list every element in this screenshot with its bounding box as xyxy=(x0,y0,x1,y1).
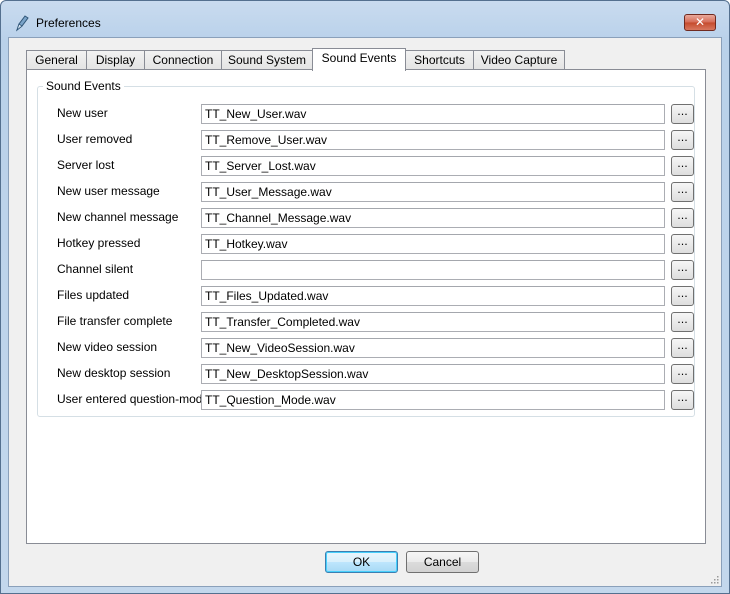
tab-sound-system[interactable]: Sound System xyxy=(221,50,313,70)
close-icon: ✕ xyxy=(694,15,706,29)
event-file-new-user-message[interactable]: TT_User_Message.wav xyxy=(201,182,665,202)
browse-button-hotkey-pressed[interactable]: ... xyxy=(671,234,694,254)
browse-button-file-transfer-complete[interactable]: ... xyxy=(671,312,694,332)
tab-sound-events[interactable]: Sound Events xyxy=(312,48,406,71)
resize-grip-icon[interactable] xyxy=(709,574,719,584)
event-label-user-removed: User removed xyxy=(57,132,133,146)
browse-button-new-user[interactable]: ... xyxy=(671,104,694,124)
event-file-server-lost[interactable]: TT_Server_Lost.wav xyxy=(201,156,665,176)
event-label-files-updated: Files updated xyxy=(57,288,130,302)
event-file-file-transfer-complete[interactable]: TT_Transfer_Completed.wav xyxy=(201,312,665,332)
browse-button-files-updated[interactable]: ... xyxy=(671,286,694,306)
cancel-button[interactable]: Cancel xyxy=(406,551,479,573)
tab-general[interactable]: General xyxy=(26,50,87,70)
browse-button-new-desktop-session[interactable]: ... xyxy=(671,364,694,384)
event-label-channel-silent: Channel silent xyxy=(57,262,134,276)
event-file-hotkey-pressed[interactable]: TT_Hotkey.wav xyxy=(201,234,665,254)
event-label-new-channel-message: New channel message xyxy=(57,210,179,224)
event-label-new-desktop-session: New desktop session xyxy=(57,366,171,380)
event-label-new-user-message: New user message xyxy=(57,184,160,198)
sound-events-panel: Sound Events New user TT_New_User.wav ..… xyxy=(26,69,706,544)
title-bar[interactable]: Preferences ✕ xyxy=(1,1,729,37)
close-button[interactable]: ✕ xyxy=(684,14,716,31)
event-label-new-user: New user xyxy=(57,106,108,120)
event-file-files-updated[interactable]: TT_Files_Updated.wav xyxy=(201,286,665,306)
event-file-question-mode[interactable]: TT_Question_Mode.wav xyxy=(201,390,665,410)
tab-connection[interactable]: Connection xyxy=(144,50,222,70)
event-label-new-video-session: New video session xyxy=(57,340,158,354)
event-label-server-lost: Server lost xyxy=(57,158,115,172)
event-file-new-video-session[interactable]: TT_New_VideoSession.wav xyxy=(201,338,665,358)
window-title: Preferences xyxy=(36,16,101,30)
browse-button-user-removed[interactable]: ... xyxy=(671,130,694,150)
event-file-new-channel-message[interactable]: TT_Channel_Message.wav xyxy=(201,208,665,228)
sound-events-group: Sound Events New user TT_New_User.wav ..… xyxy=(37,79,695,417)
ok-button[interactable]: OK xyxy=(325,551,398,573)
event-label-file-transfer-complete: File transfer complete xyxy=(57,314,173,328)
browse-button-new-user-message[interactable]: ... xyxy=(671,182,694,202)
browse-button-channel-silent[interactable]: ... xyxy=(671,260,694,280)
browse-button-server-lost[interactable]: ... xyxy=(671,156,694,176)
browse-button-new-channel-message[interactable]: ... xyxy=(671,208,694,228)
event-file-new-user[interactable]: TT_New_User.wav xyxy=(201,104,665,124)
group-title: Sound Events xyxy=(43,79,124,93)
preferences-window: Preferences ✕ General Display Connection… xyxy=(0,0,730,594)
dialog-client-area: General Display Connection Sound System … xyxy=(8,37,722,587)
tab-video-capture[interactable]: Video Capture xyxy=(473,50,565,70)
browse-button-question-mode[interactable]: ... xyxy=(671,390,694,410)
tab-shortcuts[interactable]: Shortcuts xyxy=(405,50,474,70)
pen-icon xyxy=(15,15,29,32)
event-file-channel-silent[interactable] xyxy=(201,260,665,280)
browse-button-new-video-session[interactable]: ... xyxy=(671,338,694,358)
tab-display[interactable]: Display xyxy=(86,50,145,70)
event-label-hotkey-pressed: Hotkey pressed xyxy=(57,236,141,250)
event-file-user-removed[interactable]: TT_Remove_User.wav xyxy=(201,130,665,150)
event-label-question-mode: User entered question-mode xyxy=(57,392,210,406)
event-file-new-desktop-session[interactable]: TT_New_DesktopSession.wav xyxy=(201,364,665,384)
